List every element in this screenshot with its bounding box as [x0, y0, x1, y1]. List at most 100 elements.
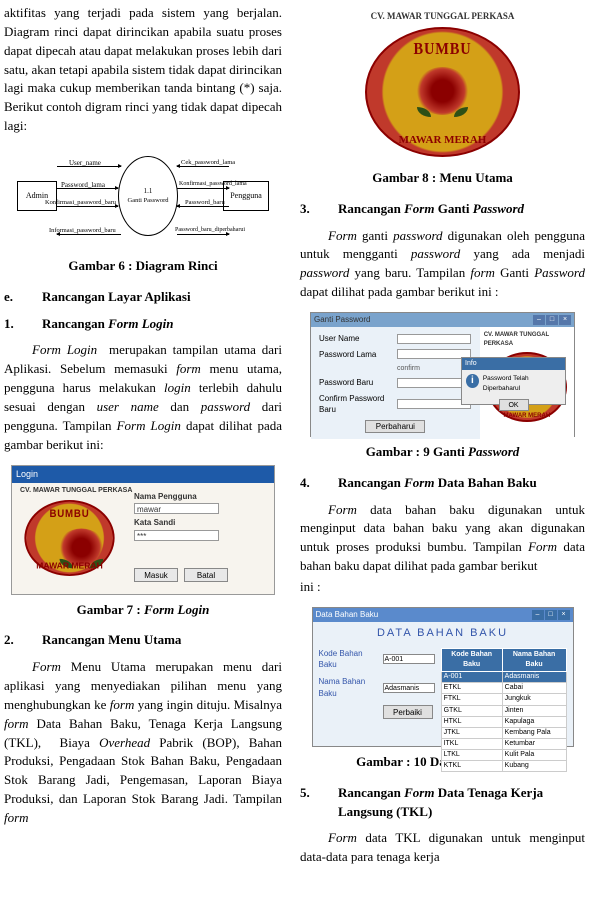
- gp-pass-input[interactable]: [397, 349, 471, 359]
- close-icon[interactable]: ×: [558, 610, 570, 620]
- label: Password_baru: [185, 198, 225, 207]
- menu-utama-figure: CV. MAWAR TUNGGAL PERKASA BUMBU MAWAR ME…: [333, 10, 553, 163]
- info-icon: i: [466, 374, 479, 388]
- label: Cek_password_lama: [181, 158, 235, 167]
- password-label: Kata Sandi: [134, 517, 219, 529]
- login-company-header: CV. MAWAR TUNGGAL PERKASA: [20, 486, 132, 496]
- heading-num: 2.: [4, 631, 22, 650]
- dbb-nama-input[interactable]: Adasmanis: [383, 683, 435, 693]
- label: User_name: [69, 158, 101, 168]
- heading-num: 3.: [300, 200, 318, 219]
- dbb-nama-label: Nama Bahan Baku: [319, 676, 379, 699]
- logo-bottom-text: MAWAR MERAH: [487, 412, 567, 421]
- heading-text: Rancangan Form Data Bahan Baku: [338, 474, 585, 493]
- heading-num: 5.: [300, 784, 318, 822]
- label: Informasi_password_baru: [49, 226, 116, 235]
- label: Konfirmasi_password_baru: [45, 198, 116, 207]
- gp-update-button[interactable]: Perbaharui: [365, 420, 425, 433]
- heading-e: e. Rancangan Layar Aplikasi: [4, 288, 282, 307]
- diagram-rinci-figure: Admin 1.1 Ganti Password Pengguna User_n…: [13, 146, 273, 251]
- caption-7: Gambar 7 : Form Login: [4, 601, 282, 620]
- heading-text: Rancangan Form Ganti Password: [338, 200, 585, 219]
- login-submit-button[interactable]: Masuk: [134, 568, 178, 582]
- heading-5: 5. Rancangan Form Data Tenaga Kerja Lang…: [300, 784, 585, 822]
- para-tkl: Form data TKL digunakan untuk menginput …: [300, 829, 585, 867]
- username-input[interactable]: mawar: [134, 503, 219, 514]
- para-dbb: Form data bahan baku digunakan untuk men…: [300, 501, 585, 576]
- caption-8: Gambar 8 : Menu Utama: [300, 169, 585, 188]
- window-buttons: – □ ×: [533, 315, 571, 325]
- table-row[interactable]: ETKLCabai: [441, 683, 566, 694]
- login-cancel-button[interactable]: Batal: [184, 568, 228, 582]
- msgbox-title: Info: [462, 358, 565, 370]
- gp-passnew-input[interactable]: [397, 378, 471, 388]
- label: Konfirmasi_password_lama: [179, 180, 247, 189]
- window-buttons: – □ ×: [532, 610, 570, 620]
- data-bahan-baku-figure: Data Bahan Baku – □ × DATA BAHAN BAKU Ko…: [312, 607, 574, 747]
- gp-pass-label: Password Lama: [319, 349, 391, 361]
- heading-2: 2. Rancangan Menu Utama: [4, 631, 282, 650]
- heading-num: e.: [4, 288, 22, 307]
- maximize-icon[interactable]: □: [546, 315, 558, 325]
- table-row[interactable]: ITKLKetumbar: [441, 738, 566, 749]
- heading-num: 1.: [4, 315, 22, 334]
- para-dbb-2: ini :: [300, 578, 585, 597]
- company-logo: BUMBU MAWAR MERAH: [24, 500, 114, 576]
- caption-6: Gambar 6 : Diagram Rinci: [4, 257, 282, 276]
- dbb-titlebar: Data Bahan Baku: [316, 609, 379, 621]
- table-row[interactable]: JTKLKembang Pala: [441, 727, 566, 738]
- gp-passnew-label: Password Baru: [319, 377, 391, 389]
- minimize-icon[interactable]: –: [533, 315, 545, 325]
- menu-company-header: CV. MAWAR TUNGGAL PERKASA: [333, 10, 553, 23]
- minimize-icon[interactable]: –: [532, 610, 544, 620]
- msgbox-text: Password Telah DiperbaharuI: [483, 374, 561, 393]
- table-row[interactable]: FTKLJungkuk: [441, 694, 566, 705]
- process-name: Ganti Password: [128, 196, 169, 205]
- dbb-th-kode: Kode Bahan Baku: [441, 648, 502, 671]
- process-num: 1.1: [144, 186, 153, 196]
- table-row[interactable]: LTKLKulit Pala: [441, 750, 566, 761]
- heading-num: 4.: [300, 474, 318, 493]
- heading-3: 3. Rancangan Form Ganti Password: [300, 200, 585, 219]
- gp-msgbox: Info i Password Telah DiperbaharuI OK: [461, 357, 566, 405]
- username-label: Nama Pengguna: [134, 491, 219, 503]
- para-ganti-password: Form ganti password digunakan oleh pengg…: [300, 227, 585, 302]
- maximize-icon[interactable]: □: [545, 610, 557, 620]
- table-row[interactable]: A-001Adasmanis: [441, 672, 566, 683]
- dbb-perbaiki-button[interactable]: Perbaiki: [383, 705, 433, 719]
- gp-user-input[interactable]: [397, 334, 471, 344]
- heading-1: 1. Rancangan Form Login: [4, 315, 282, 334]
- ganti-password-figure: Ganti Password – □ × User Name Password …: [310, 312, 575, 437]
- login-figure: Login CV. MAWAR TUNGGAL PERKASA BUMBU MA…: [11, 465, 275, 595]
- gp-user-label: User Name: [319, 333, 391, 345]
- dbb-th-nama: Nama Bahan Baku: [502, 648, 566, 671]
- password-input[interactable]: ***: [134, 530, 219, 541]
- dbb-kode-input[interactable]: A-001: [383, 654, 435, 664]
- login-titlebar: Login: [12, 466, 274, 483]
- heading-text: Rancangan Layar Aplikasi: [42, 288, 282, 307]
- gp-company-header: CV. MAWAR TUNGGAL PERKASA: [484, 331, 570, 348]
- close-icon[interactable]: ×: [559, 315, 571, 325]
- rose-icon: [415, 67, 470, 115]
- logo-bottom-text: MAWAR MERAH: [24, 559, 114, 571]
- dbb-kode-label: Kode Bahan Baku: [319, 648, 379, 671]
- table-row[interactable]: GTKLJinten: [441, 705, 566, 716]
- gp-confnew-input[interactable]: [397, 399, 471, 409]
- process-oval: 1.1 Ganti Password: [118, 156, 178, 236]
- intro-paragraph: aktifitas yang terjadi pada sistem yang …: [4, 4, 282, 136]
- logo-bottom-text: MAWAR MERAH: [365, 133, 520, 149]
- para-menu: Form Menu Utama merupakan menu dari apli…: [4, 658, 282, 828]
- heading-4: 4. Rancangan Form Data Bahan Baku: [300, 474, 585, 493]
- table-row[interactable]: KTKLKubang: [441, 761, 566, 772]
- logo-top-text: BUMBU: [31, 505, 108, 522]
- dbb-table: Kode Bahan Baku Nama Bahan Baku A-001Ada…: [441, 648, 567, 773]
- heading-text: Rancangan Form Login: [42, 315, 282, 334]
- logo-top-text: BUMBU: [377, 37, 509, 62]
- table-row[interactable]: HTKLKapulaga: [441, 716, 566, 727]
- para-login: Form Login merupakan tampilan utama dari…: [4, 341, 282, 454]
- window-title: Ganti Password: [314, 314, 370, 326]
- gp-confnew-label: Confirm Password Baru: [319, 393, 391, 416]
- caption-9: Gambar : 9 Ganti Password: [300, 443, 585, 462]
- label: Password_lama: [61, 180, 105, 190]
- msgbox-ok-button[interactable]: OK: [499, 399, 529, 411]
